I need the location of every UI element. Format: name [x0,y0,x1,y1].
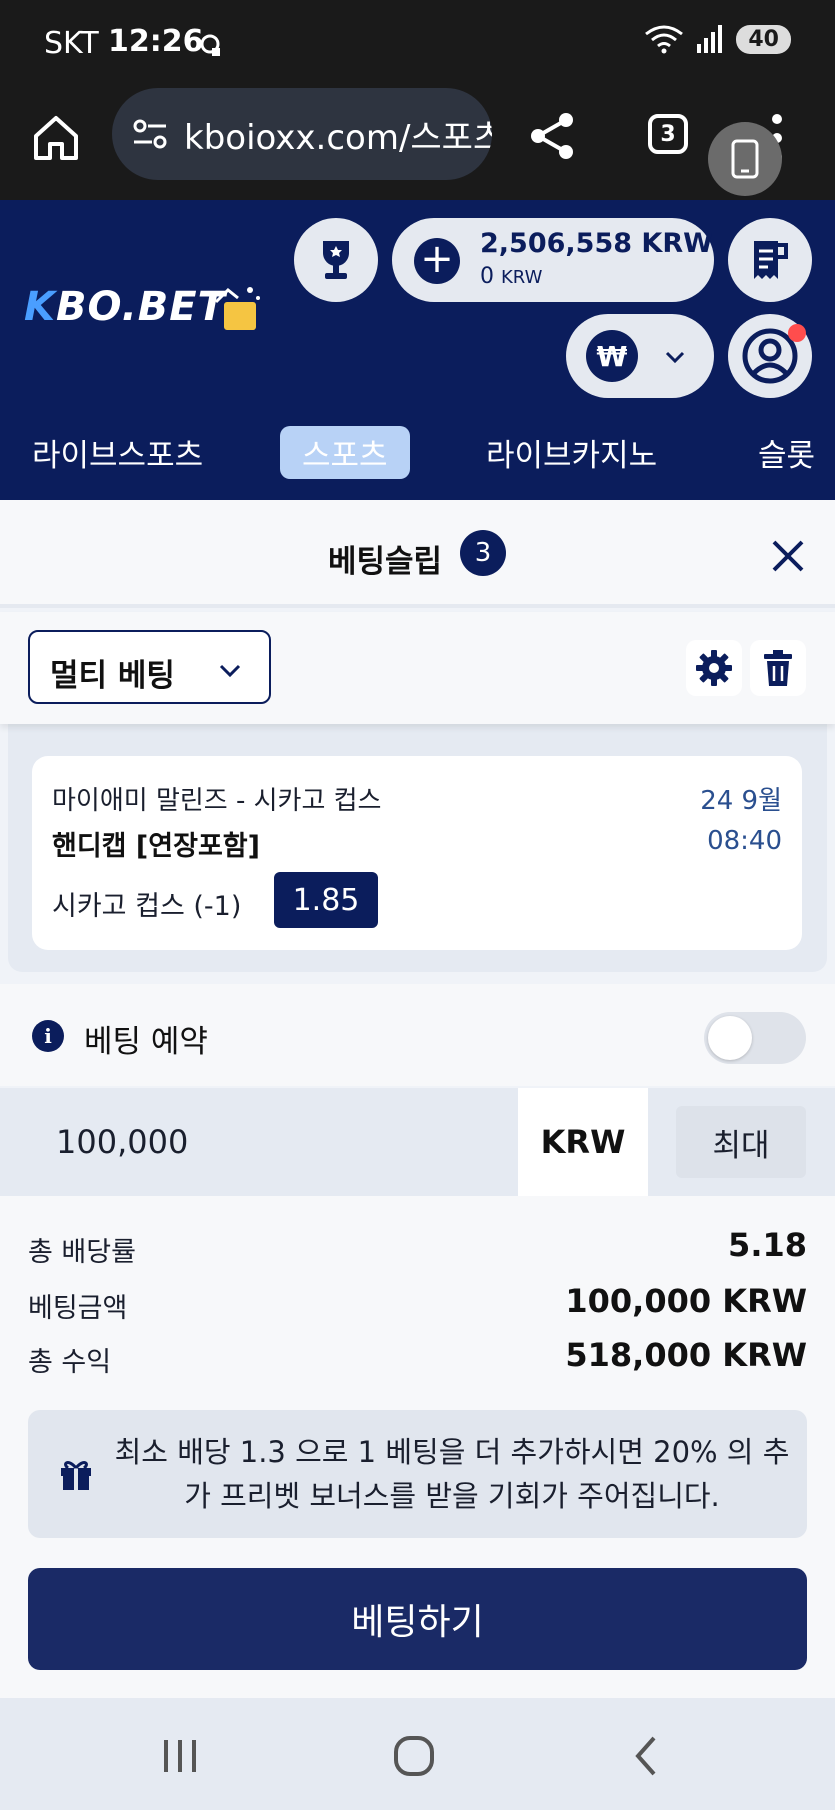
stake-amount-label: 베팅금액 [28,1293,128,1324]
max-stake-button[interactable]: 최대 [676,1106,806,1178]
home-icon[interactable] [30,112,82,164]
tab-count: 3 [660,121,676,147]
nav-item-live-casino[interactable]: 라이브카지노 [486,430,657,475]
odds-badge[interactable]: 1.85 [274,872,378,928]
place-bet-button[interactable]: 베팅하기 [28,1568,807,1670]
chevron-down-icon [665,351,685,364]
match-time: 08:40 [707,826,782,856]
bet-type-label: 멀티 베팅 [50,658,175,694]
site-settings-icon[interactable] [130,114,170,154]
data-saver-icon [200,34,220,56]
balance-amount: 2,506,558 KRW [480,228,713,259]
clear-betslip-button[interactable] [750,640,806,696]
won-icon: ₩ [586,330,638,382]
notification-dot [788,324,806,342]
status-bar: SKT 12:26 40 [0,0,835,88]
reserve-label: 베팅 예약 [84,1024,208,1060]
bet-history-button[interactable] [728,218,812,302]
profile-button[interactable] [728,314,812,398]
toggle-knob [708,1016,752,1060]
share-icon[interactable] [528,110,576,162]
bet-selection-card: 마이애미 말린즈 - 시카고 컵스 24 9월 핸디캡 [연장포함] 08:40… [32,756,802,950]
trash-icon [764,650,792,686]
currency-symbol: ₩ [596,339,628,373]
betslip-list: 마이애미 말린즈 - 시카고 컵스 24 9월 핸디캡 [연장포함] 08:40… [8,724,827,972]
betslip-count-badge: 3 [460,530,506,576]
stake-amount-value: 100,000 KRW [565,1282,807,1320]
total-odds-value: 5.18 [728,1226,807,1264]
bet-summary: 총 배당률 5.18 베팅금액 100,000 KRW 총 수익 518,000… [0,1196,835,1698]
nav-item-live-sports[interactable]: 라이브스포츠 [32,430,203,475]
total-payout-label: 총 수익 [28,1347,112,1378]
balance-widget[interactable]: + 2,506,558 KRW 0 KRW [392,218,714,302]
bonus-balance-unit: KRW [501,267,543,288]
market-name: 핸디캡 [연장포함] [52,831,260,862]
chevron-down-icon [219,664,241,678]
home-nav-icon[interactable] [390,1732,438,1780]
receipt-icon [754,241,788,279]
gift-icon [61,1461,91,1490]
bet-type-dropdown[interactable]: 멀티 베팅 [28,630,271,704]
betslip-title: 베팅슬립 [328,544,443,580]
desktop-mode-button[interactable] [708,122,782,196]
url-text: kboioxx.com/스포츠 [184,117,492,158]
gear-icon [696,650,732,686]
bonus-notice: 최소 배당 1.3 으로 1 베팅을 더 추가하시면 20% 의 추가 프리벳 … [28,1410,807,1538]
stake-input[interactable] [0,1088,518,1196]
stake-currency: KRW [518,1088,648,1196]
nav-item-slots[interactable]: 슬롯 [758,430,815,475]
reserve-toggle[interactable] [704,1012,806,1064]
main-nav: 라이브스포츠 스포츠 라이브카지노 슬롯 [0,408,835,500]
system-nav-bar [0,1698,835,1810]
phone-icon [731,139,759,179]
bonus-balance: 0 KRW [480,264,542,289]
logo-text: KBO.BET [24,284,226,330]
betslip-toolbar: 멀티 베팅 [0,612,835,724]
browser-toolbar: kboioxx.com/스포츠 3 [0,88,835,200]
back-icon[interactable] [624,1732,672,1780]
url-bar[interactable]: kboioxx.com/스포츠 [112,88,492,180]
site-header: KBO.BET + 2,506,558 KRW 0 KRW ₩ [0,200,835,408]
stake-row: KRW 최대 [0,1088,835,1196]
logo-gift-icon [214,287,260,330]
trophy-icon [323,241,349,279]
status-icons: 40 [644,24,791,54]
selection-name: 시카고 컵스 (-1) [52,891,242,922]
signal-icon [697,25,723,53]
nav-item-sports[interactable]: 스포츠 [280,426,410,479]
tab-switcher-button[interactable]: 3 [648,114,688,154]
total-odds-label: 총 배당률 [28,1237,136,1268]
bet-reserve-row: i 베팅 예약 [0,984,835,1086]
match-date: 24 9월 [700,786,782,816]
currency-selector[interactable]: ₩ [566,314,714,398]
battery-indicator: 40 [736,24,791,54]
site-logo[interactable]: KBO.BET [24,284,226,330]
close-icon[interactable] [770,538,806,574]
recent-apps-icon[interactable] [156,1732,204,1780]
bonus-message: 최소 배당 1.3 으로 1 베팅을 더 추가하시면 20% 의 추가 프리벳 … [114,1435,790,1513]
info-icon[interactable]: i [32,1020,64,1052]
wifi-icon [645,25,684,54]
deposit-plus-icon[interactable]: + [414,238,460,284]
betslip-header: 베팅슬립 3 [0,500,835,608]
trophy-button[interactable] [294,218,378,302]
carrier-label: SKT [44,26,99,61]
clock: 12:26 [108,24,204,59]
settings-button[interactable] [686,640,742,696]
match-name: 마이애미 말린즈 - 시카고 컵스 [52,786,382,816]
bonus-balance-value: 0 [480,264,494,289]
total-payout-value: 518,000 KRW [565,1336,807,1374]
